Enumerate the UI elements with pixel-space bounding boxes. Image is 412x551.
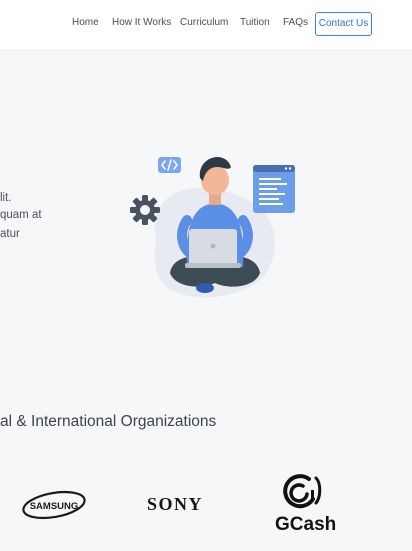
hero-text-line-3: atur xyxy=(0,228,20,240)
code-icon xyxy=(158,157,181,173)
gcash-icon xyxy=(283,474,322,509)
gear-icon xyxy=(130,195,160,225)
nav-link-curriculum[interactable]: Curriculum xyxy=(180,17,228,28)
gcash-logo-text: GCash xyxy=(275,514,337,535)
student-figure xyxy=(170,157,260,293)
contact-us-button[interactable]: Contact Us xyxy=(315,12,372,36)
samsung-logo-text: SAMSUNG xyxy=(30,501,79,512)
document-window-icon xyxy=(253,165,295,213)
hero-text-line-2: quam at xyxy=(0,209,42,221)
nav-link-tuition[interactable]: Tuition xyxy=(240,17,270,28)
samsung-logo: SAMSUNG xyxy=(22,490,86,520)
sony-logo: SONY xyxy=(147,494,204,514)
organizations-heading: al & International Organizations xyxy=(0,413,217,430)
top-navbar: Home How It Works Curriculum Tuition FAQ… xyxy=(0,0,412,50)
hero-text-line-1: lit. xyxy=(0,192,12,204)
student-laptop-illustration xyxy=(130,157,295,298)
nav-link-how-it-works[interactable]: How It Works xyxy=(112,17,171,28)
nav-link-faqs[interactable]: FAQs xyxy=(283,17,308,28)
nav-link-home[interactable]: Home xyxy=(72,17,99,28)
